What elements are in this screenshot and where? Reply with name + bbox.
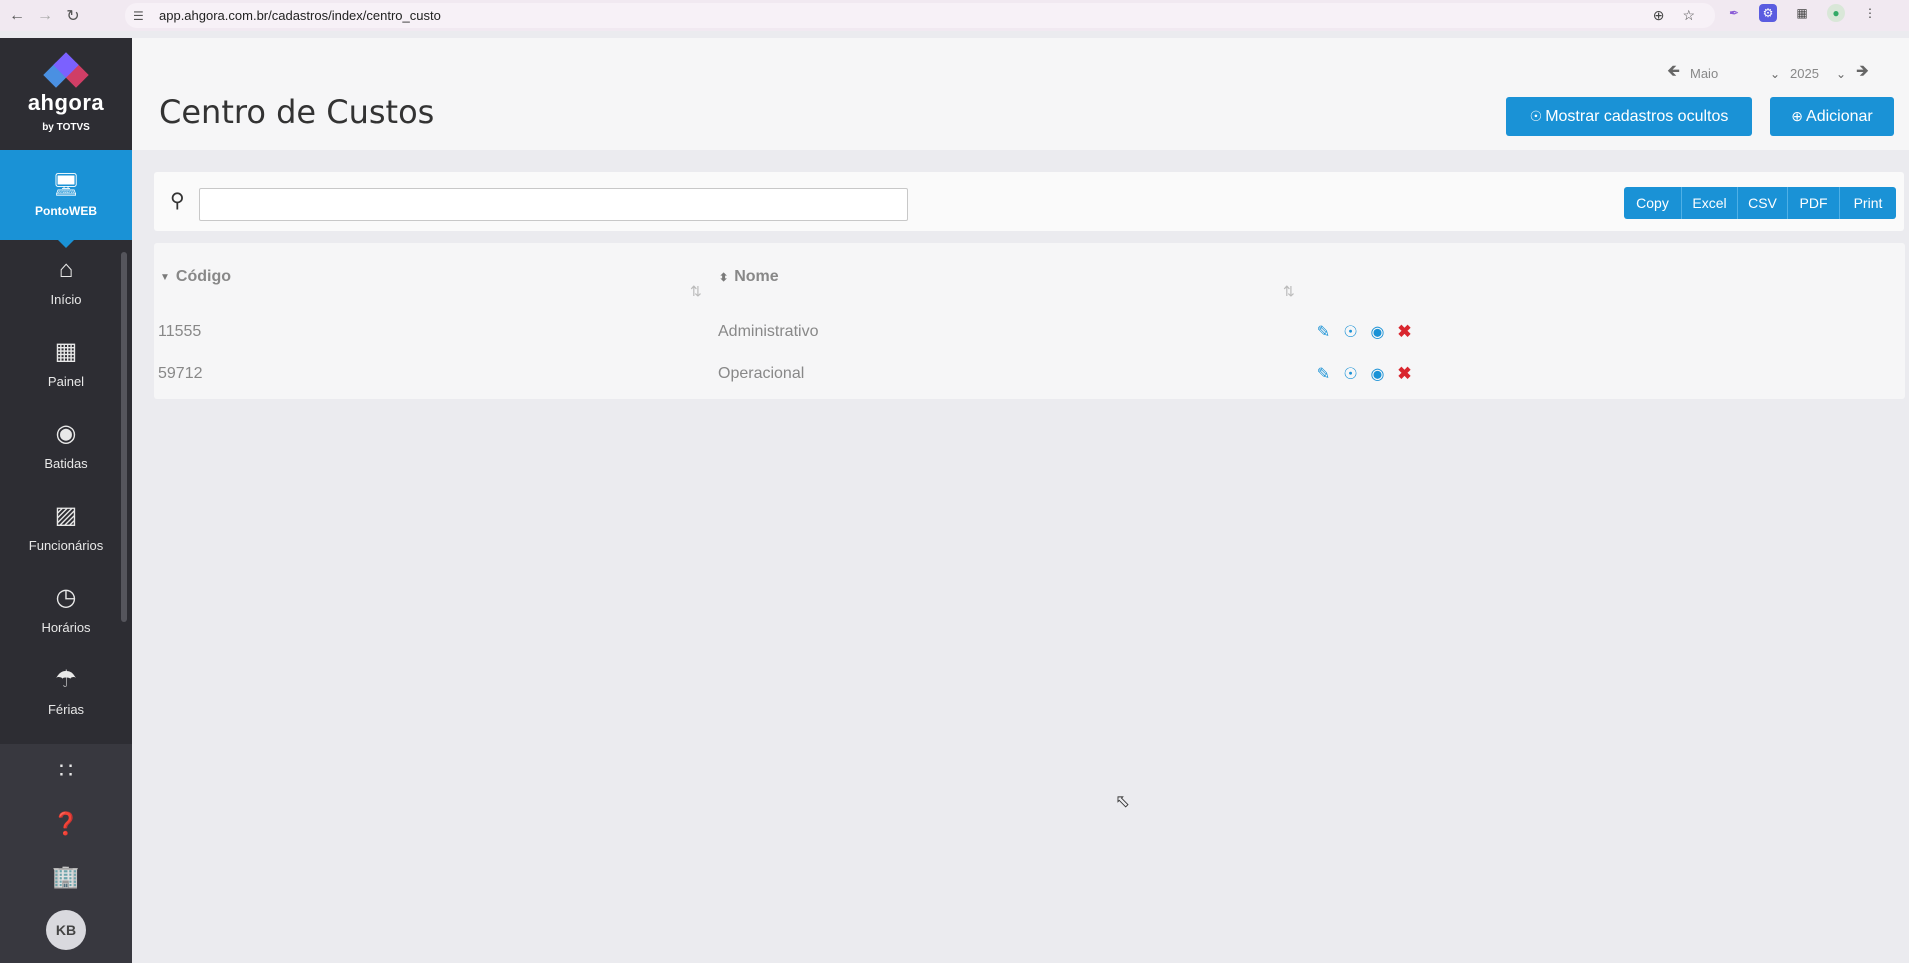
back-icon[interactable]: ←: [6, 5, 28, 27]
sidebar-item-funcionarios[interactable]: ▨ Funcionários: [0, 486, 132, 568]
page-title: Centro de Custos: [159, 93, 435, 131]
search-toolbar: ⚲ Copy Excel CSV PDF Print: [154, 172, 1904, 231]
forward-icon[interactable]: →: [34, 5, 56, 27]
pen-extension-icon[interactable]: ✒: [1725, 4, 1743, 22]
cell-nome: Operacional: [718, 365, 805, 382]
logo-mark-icon: [43, 51, 89, 88]
export-button-group: Copy Excel CSV PDF Print: [1624, 187, 1896, 219]
address-bar[interactable]: ☰ app.ahgora.com.br/cadastros/index/cent…: [125, 3, 1715, 28]
zoom-icon[interactable]: ⊕: [1653, 7, 1665, 24]
search-input[interactable]: [199, 188, 908, 221]
chevron-down-icon: ⌄: [1769, 66, 1780, 81]
search-icon: ⚲: [170, 190, 185, 212]
sidebar-menu: ⌂ Início ▦ Painel ◉ Batidas ▨ Funcionári…: [0, 240, 132, 760]
sidebar-item-label: Início: [50, 291, 82, 307]
year-select[interactable]: 2025 ⌄: [1790, 66, 1846, 81]
site-info-icon[interactable]: ☰: [133, 9, 149, 23]
dashboard-icon: ▦: [54, 338, 78, 365]
sidebar-scrollbar[interactable]: [121, 252, 127, 622]
year-value: 2025: [1790, 66, 1819, 81]
delete-x-icon[interactable]: ✖: [1395, 322, 1414, 341]
sort-alpha-icon[interactable]: ⇅: [1283, 283, 1295, 300]
extensions-puzzle-icon[interactable]: ▦: [1793, 4, 1811, 22]
app-label: PontoWEB: [35, 204, 97, 218]
company-building-icon[interactable]: 🏢: [0, 850, 132, 903]
delete-x-icon[interactable]: ✖: [1395, 364, 1414, 383]
column-header-codigo[interactable]: ▼ Código: [160, 268, 231, 286]
eye-slash-icon: ☉: [1529, 108, 1543, 124]
monitor-icon: 🖥: [52, 172, 80, 197]
home-icon: ⌂: [58, 255, 74, 283]
plus-circle-icon: ⊕: [1791, 108, 1804, 124]
cell-codigo: 11555: [158, 323, 202, 340]
logo-subtitle: by TOTVS: [42, 121, 90, 133]
sidebar-bottom: ∷ ❓ 🏢 KB: [0, 744, 132, 963]
edit-pencil-icon[interactable]: ✎: [1314, 322, 1333, 341]
cost-centers-table: ▼ Código ⇅ ⬍ Nome ⇅ 11555 Administrativo…: [154, 243, 1905, 399]
sidebar-item-label: Horários: [41, 620, 91, 635]
clock-icon: ◷: [55, 584, 77, 611]
fingerprint-icon: ◉: [55, 420, 77, 447]
view-eye-icon[interactable]: ◉: [1368, 322, 1387, 341]
column-header-label: Nome: [734, 268, 779, 285]
print-button[interactable]: Print: [1840, 187, 1896, 219]
badge-icon: ▨: [54, 502, 78, 529]
period-selector: 🡸 Maio ⌄ 2025 ⌄ 🡺: [1667, 60, 1869, 87]
mouse-cursor-icon: ⬁: [1115, 791, 1131, 811]
sidebar-item-label: Batidas: [44, 456, 88, 471]
hide-eye-slash-icon[interactable]: ☉: [1341, 322, 1360, 341]
view-eye-icon[interactable]: ◉: [1368, 364, 1387, 383]
chevron-down-icon: ⌄: [1835, 66, 1846, 81]
row-actions: ✎ ☉ ◉ ✖: [1314, 364, 1414, 383]
page-header: Centro de Custos 🡸 Maio ⌄ 2025 ⌄ 🡺 ☉ Mos…: [132, 38, 1909, 150]
url-text: app.ahgora.com.br/cadastros/index/centro…: [159, 8, 441, 23]
profile-avatar-icon[interactable]: ●: [1827, 4, 1845, 22]
sidebar: ahgora by TOTVS 🖥 PontoWEB ⌂ Início ▦ Pa…: [0, 38, 132, 963]
next-period-arrow-icon[interactable]: 🡺: [1856, 60, 1869, 87]
sort-numeric-icon[interactable]: ⇅: [690, 283, 702, 300]
excel-button[interactable]: Excel: [1682, 187, 1738, 219]
gear-extension-icon[interactable]: ⚙: [1759, 4, 1777, 22]
sidebar-item-inicio[interactable]: ⌂ Início: [0, 240, 132, 322]
cell-codigo: 59712: [158, 365, 203, 382]
column-header-label: Código: [175, 268, 231, 285]
app-pontoweb[interactable]: 🖥 PontoWEB: [0, 150, 132, 248]
sort-desc-caret-icon: ▼: [160, 271, 170, 283]
sidebar-item-label: Funcionários: [28, 538, 104, 553]
sidebar-item-painel[interactable]: ▦ Painel: [0, 322, 132, 404]
user-menu[interactable]: KB: [0, 903, 132, 956]
previous-period-arrow-icon[interactable]: 🡸: [1667, 60, 1680, 87]
show-hidden-records-button[interactable]: ☉ Mostrar cadastros ocultos: [1506, 97, 1752, 136]
help-icon[interactable]: ❓: [0, 797, 132, 850]
month-value: Maio: [1690, 66, 1719, 81]
sidebar-item-batidas[interactable]: ◉ Batidas: [0, 404, 132, 486]
ahgora-logo[interactable]: ahgora by TOTVS: [0, 38, 132, 150]
csv-button[interactable]: CSV: [1738, 187, 1788, 219]
show-hidden-label: Mostrar cadastros ocultos: [1545, 107, 1729, 125]
sidebar-item-horarios[interactable]: ◷ Horários: [0, 568, 132, 650]
avatar[interactable]: KB: [46, 909, 86, 950]
reload-icon[interactable]: ↻: [62, 5, 84, 27]
month-select[interactable]: Maio ⌄: [1690, 66, 1780, 81]
sidebar-item-label: Férias: [47, 702, 85, 717]
add-button[interactable]: ⊕ Adicionar: [1770, 97, 1894, 136]
sidebar-item-ferias[interactable]: ☂ Férias: [0, 650, 132, 732]
add-label: Adicionar: [1806, 107, 1873, 125]
edit-pencil-icon[interactable]: ✎: [1314, 364, 1333, 383]
sort-both-caret-icon: ⬍: [719, 271, 729, 284]
browser-toolbar: ← → ↻ ☰ app.ahgora.com.br/cadastros/inde…: [0, 0, 1909, 31]
more-menu-icon[interactable]: ⋮: [1861, 4, 1879, 22]
hide-eye-slash-icon[interactable]: ☉: [1341, 364, 1360, 383]
pdf-button[interactable]: PDF: [1788, 187, 1840, 219]
row-actions: ✎ ☉ ◉ ✖: [1314, 322, 1414, 341]
cell-nome: Administrativo: [718, 323, 819, 340]
sidebar-item-label: Painel: [47, 374, 85, 389]
beach-umbrella-icon: ☂: [55, 666, 77, 693]
bookmark-star-icon[interactable]: ☆: [1682, 7, 1695, 24]
copy-button[interactable]: Copy: [1624, 187, 1682, 219]
logo-text: ahgora: [27, 89, 105, 115]
apps-grid-icon[interactable]: ∷: [0, 744, 132, 797]
column-header-nome[interactable]: ⬍ Nome: [719, 268, 779, 286]
